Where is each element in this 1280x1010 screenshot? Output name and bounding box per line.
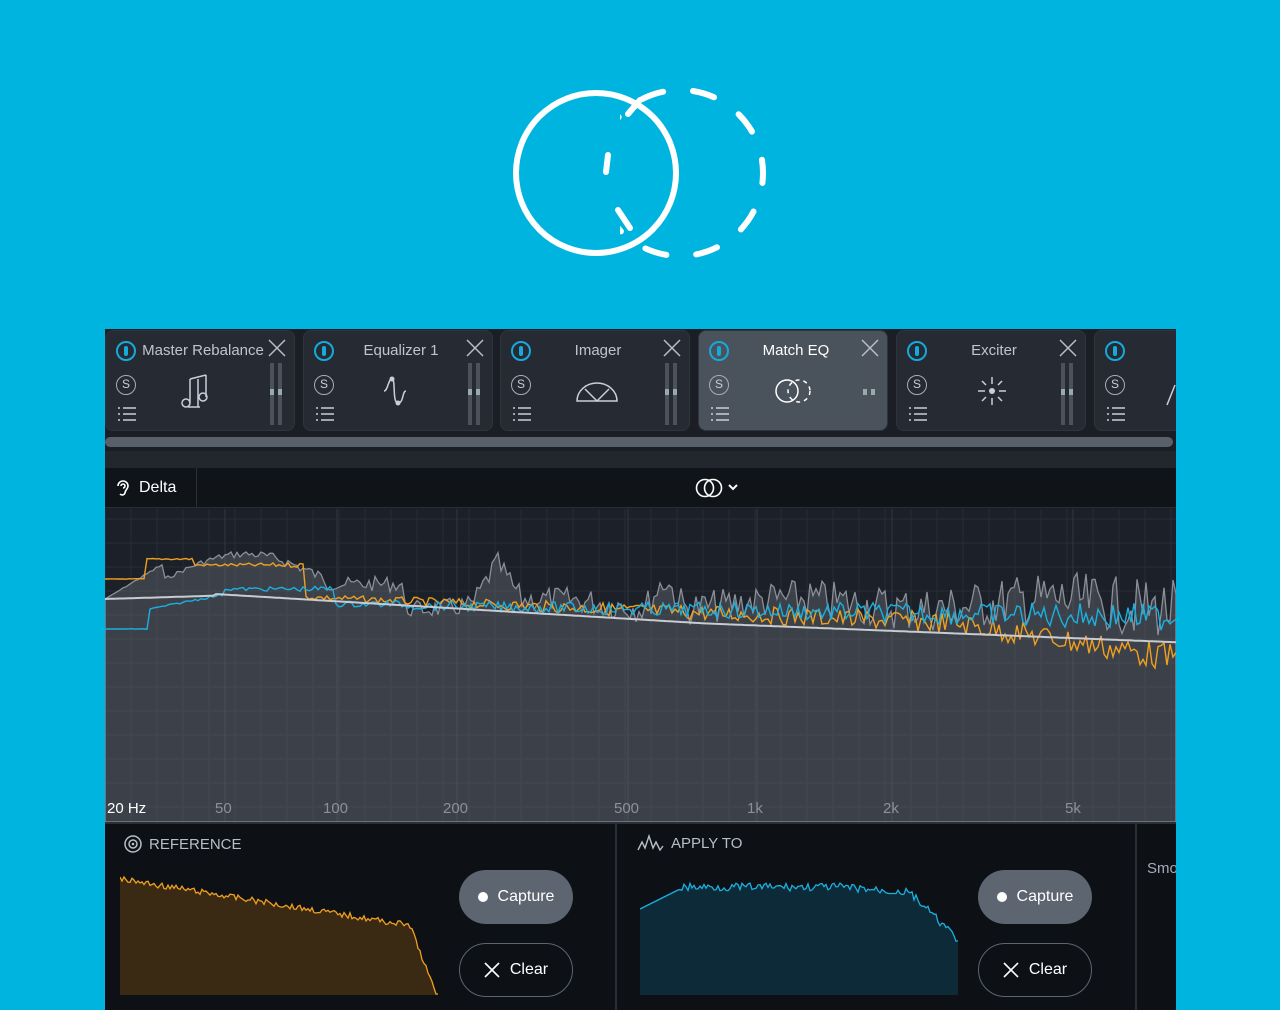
reference-clear-button[interactable]: Clear <box>459 943 573 997</box>
solo-icon[interactable]: S <box>116 375 136 395</box>
apply-to-title: APPLY TO <box>671 834 743 852</box>
module-master-rebalance[interactable]: Master Rebalance S <box>105 330 295 431</box>
power-icon[interactable] <box>1105 341 1125 361</box>
clear-label: Clear <box>1028 961 1068 978</box>
delta-button[interactable]: Delta <box>105 468 197 508</box>
apply-to-section: APPLY TO Capture Clear <box>619 824 1137 1010</box>
level-meter <box>270 363 284 425</box>
level-meter <box>1061 363 1075 425</box>
imager-icon <box>576 382 618 403</box>
capture-label: Capture <box>1016 888 1074 905</box>
module-exciter[interactable]: Exciter S <box>896 330 1086 431</box>
apply-to-clear-button[interactable]: Clear <box>978 943 1092 997</box>
divider <box>105 451 1176 469</box>
list-icon[interactable] <box>909 407 927 421</box>
close-icon[interactable] <box>268 339 286 357</box>
frequency-label: 50 <box>215 800 232 817</box>
music-balance-icon <box>181 374 208 408</box>
waveform-icon <box>637 834 664 852</box>
exciter-icon <box>978 377 1006 405</box>
module-title: Imager <box>574 342 622 359</box>
module-imager[interactable]: Imager S <box>500 330 690 431</box>
spectrum-fill <box>640 883 958 995</box>
level-meter <box>863 363 877 425</box>
solo-icon[interactable]: S <box>907 375 927 395</box>
module-ma[interactable]: Ma S <box>1094 330 1176 431</box>
frequency-label: 500 <box>614 800 640 817</box>
list-icon[interactable] <box>513 407 531 421</box>
list-icon[interactable] <box>316 407 334 421</box>
toolbar: Delta <box>105 468 1176 508</box>
close-icon <box>1003 962 1019 978</box>
delta-label: Delta <box>139 479 177 496</box>
ear-icon <box>117 480 129 496</box>
frequency-label: 5k <box>1065 800 1081 817</box>
close-icon[interactable] <box>663 339 681 357</box>
apply-to-capture-button[interactable]: Capture <box>978 870 1092 924</box>
reference-capture-button[interactable]: Capture <box>459 870 573 924</box>
module-title: Match EQ <box>762 342 830 359</box>
solo-icon[interactable]: S <box>314 375 334 395</box>
module-title: Exciter <box>971 342 1017 359</box>
capture-label: Capture <box>497 888 555 905</box>
module-title: Ma <box>1131 342 1176 359</box>
plugin-panel: Master Rebalance S Equalizer 1 S Imager … <box>105 329 1176 1010</box>
maximizer-icon <box>1166 384 1176 406</box>
module-match-eq[interactable]: Match EQ S <box>698 330 888 431</box>
frequency-label: 1k <box>747 800 763 817</box>
target-icon <box>124 835 142 853</box>
module-equalizer-1[interactable]: Equalizer 1 S <box>303 330 493 431</box>
stereo-link-icon <box>695 478 738 498</box>
power-icon[interactable] <box>116 341 136 361</box>
eq-curve-icon <box>383 376 407 406</box>
reference-section: REFERENCE Capture Clear <box>105 824 617 1010</box>
list-icon[interactable] <box>118 407 136 421</box>
frequency-label: 200 <box>443 800 469 817</box>
close-icon[interactable] <box>861 339 879 357</box>
apply-to-spectrum <box>640 881 958 995</box>
list-icon[interactable] <box>711 407 729 421</box>
close-icon <box>484 962 500 978</box>
close-icon[interactable] <box>1059 339 1077 357</box>
solo-icon[interactable]: S <box>1105 375 1125 395</box>
solo-icon[interactable]: S <box>709 375 729 395</box>
frequency-label: 100 <box>323 800 349 817</box>
list-icon[interactable] <box>1107 407 1125 421</box>
close-icon[interactable] <box>466 339 484 357</box>
power-icon[interactable] <box>709 341 729 361</box>
record-dot-icon <box>477 892 488 902</box>
reference-title: REFERENCE <box>149 835 242 853</box>
module-scrollbar[interactable] <box>105 437 1173 447</box>
clear-label: Clear <box>509 961 549 978</box>
view-mode-dropdown[interactable] <box>695 477 745 499</box>
smoothing-label: Smo <box>1147 860 1176 877</box>
level-meter <box>468 363 482 425</box>
delta-spectrum <box>105 550 1176 823</box>
module-title: Master Rebalance <box>142 342 264 359</box>
power-icon[interactable] <box>907 341 927 361</box>
solo-icon[interactable]: S <box>511 375 531 395</box>
module-title: Equalizer 1 <box>363 342 439 359</box>
match-eq-icon <box>775 379 811 403</box>
frequency-label: 2k <box>883 800 899 817</box>
reference-spectrum <box>120 875 438 995</box>
spectrum-graph[interactable]: 20 Hz 50 100 200 500 1k 2k 5k <box>105 509 1176 823</box>
spectrum-fill <box>120 876 438 995</box>
frequency-label: 20 Hz <box>107 800 147 817</box>
power-icon[interactable] <box>314 341 334 361</box>
power-icon[interactable] <box>511 341 531 361</box>
match-eq-logo-icon <box>513 87 766 259</box>
record-dot-icon <box>996 892 1007 902</box>
level-meter <box>665 363 679 425</box>
